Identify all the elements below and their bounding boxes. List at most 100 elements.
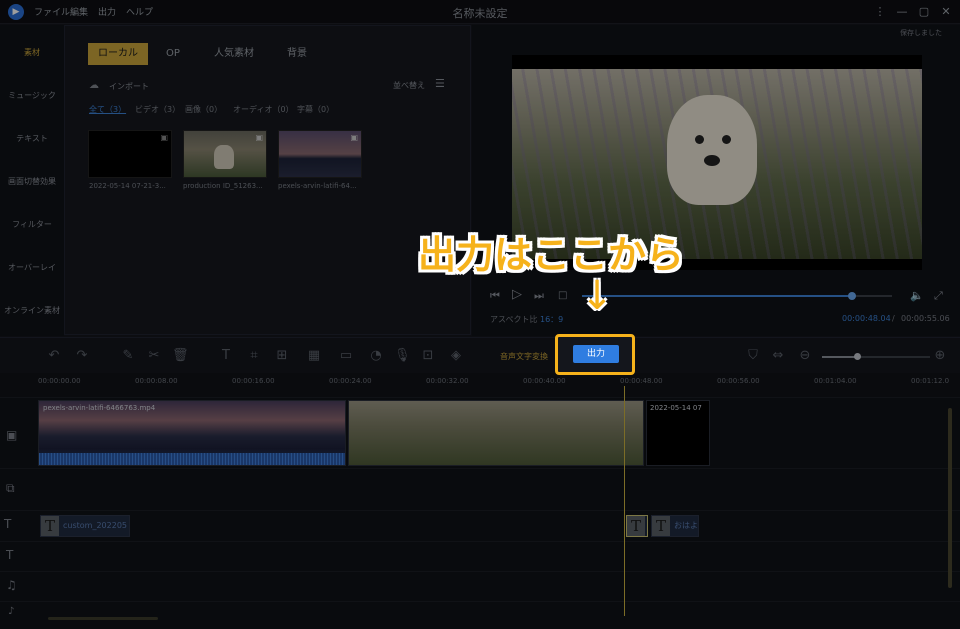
filter-subtitle[interactable]: 字幕（0） [297, 104, 334, 115]
nav-item-transitions[interactable]: 画面切替効果 [0, 176, 64, 187]
preview-panel: 保存しました ⏮ ▷ ⏭ □ 🔈 ⤢ アスペクト比 16：9 00:00:48.… [472, 25, 960, 336]
music-track-icon: ♫ [6, 578, 17, 592]
ruler-tick: 00:01:12.0 [911, 377, 950, 385]
subtitle-track-icon: T [6, 548, 14, 562]
horizontal-scrollbar[interactable] [48, 617, 158, 620]
screen-icon[interactable]: ⊡ [420, 348, 436, 364]
export-button[interactable]: 出力 [573, 345, 619, 363]
music-track: ♫ [0, 571, 960, 601]
clip-name: pexels-arvin-latifi-6466763.mp4 [43, 404, 156, 412]
ruler-tick: 00:00:00.00 [38, 377, 81, 385]
current-time: 00:00:48.04 [842, 314, 891, 323]
text-clip-1[interactable]: T custom_202205 [40, 515, 130, 537]
text-clip-icon: T [627, 516, 645, 536]
aspect-value[interactable]: 16：9 [540, 314, 563, 325]
video-icon: ▣ [255, 133, 263, 142]
nav-item-filters[interactable]: フィルター [0, 219, 64, 230]
saved-status: 保存しました [900, 29, 942, 37]
filter-audio[interactable]: オーディオ（0） [233, 104, 294, 115]
preview-progress-knob[interactable] [847, 292, 856, 300]
stop-icon[interactable]: □ [558, 290, 567, 301]
tab-popular[interactable]: 人気素材 [201, 43, 267, 65]
playhead[interactable] [624, 386, 625, 616]
pencil-icon[interactable]: ✎ [120, 348, 136, 364]
scissors-icon[interactable]: ✂ [146, 348, 162, 364]
ruler-tick: 00:00:56.00 [717, 377, 760, 385]
video-track-icon: ▣ [6, 428, 18, 442]
zoom-out-icon[interactable]: ⊖ [797, 348, 813, 364]
subtitle-track: T [0, 541, 960, 571]
window-title: 名称未設定 [452, 7, 508, 20]
ruler-tick: 00:00:48.00 [620, 377, 663, 385]
preview-progress-track[interactable] [582, 292, 892, 300]
fullscreen-icon[interactable]: ⤢ [934, 289, 943, 303]
zoom-fill [822, 356, 857, 358]
resize-icon[interactable]: ⊞ [274, 348, 290, 364]
speech-to-text-button[interactable]: 音声文字変換 [500, 351, 548, 362]
dog-eye [722, 135, 731, 144]
fit-icon[interactable]: ⇔ [770, 348, 786, 364]
zoom-in-icon[interactable]: ⊕ [932, 348, 948, 364]
ruler-tick: 00:00:08.00 [135, 377, 178, 385]
close-icon[interactable]: ✕ [938, 4, 954, 20]
ruler-tick: 00:00:32.00 [426, 377, 469, 385]
tab-local[interactable]: ローカル [88, 43, 148, 65]
play-icon[interactable]: ▷ [512, 287, 522, 302]
ruler-tick: 00:00:40.00 [523, 377, 566, 385]
text-clip-2[interactable]: T [626, 515, 648, 537]
tab-background[interactable]: 背景 [275, 43, 319, 65]
nav-item-music[interactable]: ミュージック [0, 90, 64, 101]
time-separator: / [892, 314, 895, 323]
video-clip-3[interactable]: 2022-05-14 07 [646, 400, 710, 466]
mosaic-icon[interactable]: ▦ [306, 348, 322, 364]
timeline-toolbar: ↶ ↷ ✎ ✂ 🗑 T ⌗ ⊞ ▦ ▭ ◔ 🎙 ⊡ ◈ 音声文字変換 ⛉ ⇔ ⊖… [0, 337, 960, 373]
filter-image[interactable]: 画像（0） [185, 104, 222, 115]
text-icon[interactable]: T [218, 348, 234, 364]
vertical-scrollbar[interactable] [948, 408, 952, 588]
redo-icon[interactable]: ↷ [74, 348, 90, 364]
video-clip-2[interactable] [348, 400, 644, 466]
preview-progress-fill [582, 295, 852, 297]
media-caption-1: 2022-05-14 07-21-3... [89, 182, 166, 190]
dog-image [214, 145, 234, 169]
media-thumbnail-1[interactable]: ▣ [88, 130, 172, 178]
video-clip-1[interactable]: pexels-arvin-latifi-6466763.mp4 [38, 400, 346, 466]
zoom-knob[interactable] [854, 353, 861, 360]
mic-icon[interactable]: 🎙 [394, 348, 411, 364]
media-thumbnail-2[interactable]: ▣ [183, 130, 267, 178]
speed-icon[interactable]: ◔ [368, 348, 384, 364]
more-icon[interactable]: ⋮ [872, 4, 888, 20]
voice-track: ♪ [0, 601, 960, 629]
pip-icon[interactable]: ▭ [338, 348, 354, 364]
zoom-slider[interactable] [822, 353, 930, 360]
nav-item-media[interactable]: 素材 [0, 47, 64, 58]
prev-frame-icon[interactable]: ⏮ [490, 289, 500, 303]
import-button[interactable]: インポート [109, 81, 149, 92]
media-library: ローカル OP 人気素材 背景 ☁ インポート 並べ替え ☰ 全て（3） ビデオ… [64, 25, 471, 335]
next-frame-icon[interactable]: ⏭ [534, 289, 544, 303]
maximize-icon[interactable]: ▢ [916, 4, 932, 20]
paint-icon[interactable]: ◈ [448, 348, 464, 364]
ruler-tick: 00:00:24.00 [329, 377, 372, 385]
volume-icon[interactable]: 🔈 [910, 289, 924, 302]
nav-item-overlay[interactable]: オーバーレイ [0, 262, 64, 273]
minimize-icon[interactable]: — [894, 4, 910, 20]
text-clip-3[interactable]: T おはよ [651, 515, 699, 537]
sort-button[interactable]: 並べ替え [393, 80, 425, 91]
crop-icon[interactable]: ⌗ [246, 348, 262, 364]
total-time: 00:00:55.06 [901, 314, 950, 323]
trash-icon[interactable]: 🗑 [172, 348, 189, 364]
media-thumbnail-3[interactable]: ▣ [278, 130, 362, 178]
time-ruler[interactable]: 00:00:00.00 00:00:08.00 00:00:16.00 00:0… [0, 373, 960, 397]
tab-op[interactable]: OP [153, 43, 193, 65]
filter-all[interactable]: 全て（3） [89, 104, 126, 115]
nav-item-online[interactable]: オンライン素材 [0, 305, 64, 316]
undo-icon[interactable]: ↶ [46, 348, 62, 364]
cloud-icon[interactable]: ☁ [89, 80, 99, 91]
nav-item-text[interactable]: テキスト [0, 133, 64, 144]
filter-video[interactable]: ビデオ（3） [135, 104, 180, 115]
video-track: ▣ pexels-arvin-latifi-6466763.mp4 2022-0… [0, 397, 960, 468]
sort-list-icon[interactable]: ☰ [435, 77, 445, 90]
marker-icon[interactable]: ⛉ [745, 348, 761, 364]
sidebar-nav: 素材 ミュージック テキスト 画面切替効果 フィルター オーバーレイ オンライン… [0, 25, 64, 336]
